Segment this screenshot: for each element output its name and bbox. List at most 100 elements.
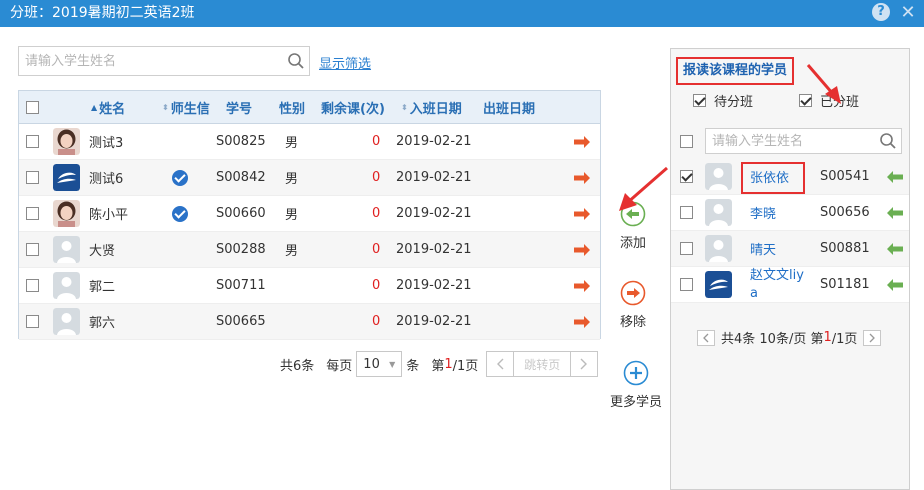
remaining-count: 0: [372, 206, 381, 221]
pager-page-prefix: 第: [431, 358, 445, 374]
avatar: [53, 272, 80, 299]
right-search-input[interactable]: [706, 129, 901, 153]
join-date: 2019-02-21: [396, 314, 472, 329]
table-body: 测试3 S00825 男 0 2019-02-21 测试6 S00842 男 0 2019-02-…: [19, 124, 600, 340]
row-checkbox[interactable]: [26, 315, 39, 328]
add-row-cell: [887, 267, 903, 302]
row-select-cell: [680, 159, 693, 194]
remove-row-cell: [574, 196, 590, 231]
student-no: S00881: [820, 241, 870, 256]
col-teacher-msg[interactable]: ⬍ 师生信: [162, 91, 210, 123]
avatar: [53, 128, 80, 155]
pager-per-page-label: 每页: [326, 358, 353, 374]
row-select-cell: [26, 232, 39, 267]
add-row-cell: [887, 195, 903, 230]
row-select-cell: [680, 231, 693, 266]
pager-total: 共6条: [280, 358, 315, 374]
teacher-msg-cell: [172, 160, 188, 195]
row-checkbox[interactable]: [680, 278, 693, 291]
student-no: S00825: [216, 134, 266, 149]
col-leave-date: 出班日期: [483, 101, 536, 117]
select-all-cell: [26, 91, 39, 123]
row-checkbox[interactable]: [680, 170, 693, 183]
remaining-count: 0: [372, 278, 381, 293]
row-select-cell: [26, 304, 39, 339]
list-item[interactable]: 晴天 S00881: [671, 231, 909, 267]
remaining-count: 0: [372, 314, 381, 329]
arrow-right-icon[interactable]: [574, 243, 590, 256]
student-name[interactable]: 李晓: [750, 195, 776, 230]
avatar: [705, 271, 732, 298]
select-all-checkbox[interactable]: [26, 100, 39, 114]
prev-page-button[interactable]: [486, 351, 515, 377]
add-row-cell: [887, 231, 903, 266]
table-row[interactable]: 郭六 S00665 0 2019-02-21: [19, 304, 600, 340]
student-name[interactable]: 赵文文liya: [750, 267, 810, 302]
pending-checkbox[interactable]: [693, 94, 706, 107]
close-icon[interactable]: ✕: [898, 0, 918, 27]
row-checkbox[interactable]: [680, 242, 693, 255]
search-icon[interactable]: [879, 132, 897, 150]
arrow-right-icon[interactable]: [574, 135, 590, 148]
table-row[interactable]: 陈小平 S00660 男 0 2019-02-21: [19, 196, 600, 232]
list-item[interactable]: 李晓 S00656: [671, 195, 909, 231]
right-select-all-checkbox[interactable]: [680, 135, 693, 148]
next-page-button[interactable]: [570, 351, 599, 377]
sort-icon: ⬍: [401, 102, 408, 112]
row-checkbox[interactable]: [26, 279, 39, 292]
join-date: 2019-02-21: [396, 170, 472, 185]
row-select-cell: [26, 160, 39, 195]
row-checkbox[interactable]: [26, 207, 39, 220]
avatar: [705, 163, 732, 190]
arrow-right-icon[interactable]: [574, 171, 590, 184]
right-prev-button[interactable]: [697, 329, 715, 346]
right-next-button[interactable]: [863, 329, 882, 346]
arrow-left-icon[interactable]: [887, 206, 903, 219]
table-row[interactable]: 测试6 S00842 男 0 2019-02-21: [19, 160, 600, 196]
row-checkbox[interactable]: [26, 171, 39, 184]
search-icon[interactable]: [287, 52, 305, 70]
arrow-left-icon[interactable]: [887, 278, 903, 291]
avatar-cell: [705, 267, 732, 302]
row-checkbox[interactable]: [26, 135, 39, 148]
arrow-right-icon[interactable]: [574, 207, 590, 220]
student-no: S00656: [820, 205, 870, 220]
table-row[interactable]: 测试3 S00825 男 0 2019-02-21: [19, 124, 600, 160]
remove-row-cell: [574, 304, 590, 339]
avatar: [53, 236, 80, 263]
list-item[interactable]: 赵文文liya S01181: [671, 267, 909, 303]
col-join-date[interactable]: ⬍ 入班日期: [401, 91, 462, 123]
row-select-cell: [26, 124, 39, 159]
arrow-left-icon[interactable]: [887, 170, 903, 183]
row-select-cell: [26, 196, 39, 231]
student-name[interactable]: 晴天: [750, 231, 776, 266]
sort-icon: ⬍: [162, 102, 169, 112]
arrow-right-icon[interactable]: [574, 279, 590, 292]
col-name[interactable]: ▲ 姓名: [91, 91, 125, 123]
table-row[interactable]: 郭二 S00711 0 2019-02-21: [19, 268, 600, 304]
avatar-cell: [705, 195, 732, 230]
join-date: 2019-02-21: [396, 206, 472, 221]
student-search-input[interactable]: [19, 47, 309, 75]
join-date: 2019-02-21: [396, 278, 472, 293]
join-date: 2019-02-21: [396, 242, 472, 257]
show-filter-link[interactable]: 显示筛选: [319, 53, 371, 72]
table-row[interactable]: 大贤 S00288 男 0 2019-02-21: [19, 232, 600, 268]
row-checkbox[interactable]: [680, 206, 693, 219]
remove-row-cell: [574, 160, 590, 195]
right-pager: 共4条 10条/页 第 1 /1页: [697, 328, 882, 347]
remove-row-cell: [574, 232, 590, 267]
per-page-select[interactable]: 10 ▼: [356, 351, 403, 377]
remove-button[interactable]: 移除: [620, 280, 646, 330]
right-pager-suffix: /1页: [831, 332, 858, 347]
row-checkbox[interactable]: [26, 243, 39, 256]
jump-page-input[interactable]: 跳转页: [514, 351, 571, 377]
avatar-cell: [53, 304, 80, 339]
arrow-right-icon[interactable]: [574, 315, 590, 328]
gender: 男: [285, 172, 299, 187]
arrow-left-icon[interactable]: [887, 242, 903, 255]
help-icon[interactable]: ?: [872, 3, 890, 21]
remaining-count: 0: [372, 170, 381, 185]
avatar-cell: [705, 159, 732, 194]
more-students-button[interactable]: 更多学员: [610, 360, 662, 410]
